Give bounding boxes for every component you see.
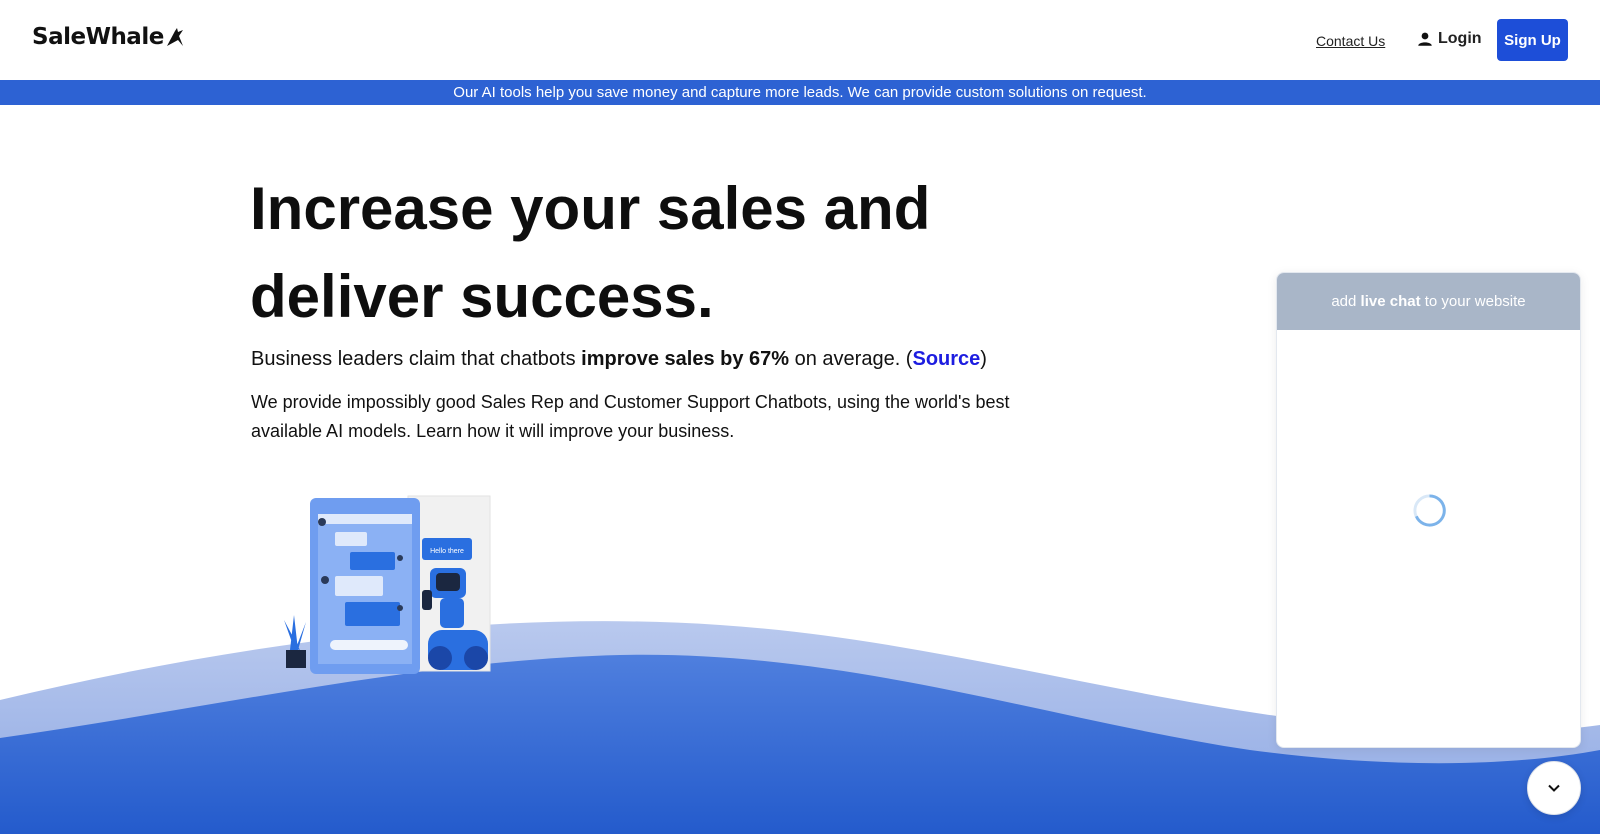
claim-suffix: on average. ( (789, 348, 913, 370)
hero-title-line-2: deliver success. (250, 263, 714, 330)
claim-close: ) (980, 348, 987, 370)
claim-prefix: Business leaders claim that chatbots (251, 348, 582, 370)
whale-tail-icon (166, 28, 183, 46)
sign-up-button[interactable]: Sign Up (1497, 19, 1568, 61)
sales-claim: Business leaders claim that chatbots imp… (251, 348, 987, 371)
loading-spinner-icon (1413, 494, 1446, 527)
chevron-down-icon (1548, 784, 1560, 792)
login-link[interactable]: Login (1416, 30, 1482, 48)
brand-logo[interactable]: SaleWhale (32, 24, 184, 50)
chatbot-illustration: Hello there (284, 495, 491, 674)
hello-bubble-text: Hello there (430, 548, 464, 555)
live-chat-widget[interactable]: add live chat to your website (1276, 272, 1581, 748)
hero-title-line-1: Increase your sales and (250, 175, 931, 242)
hero-title: Increase your sales and deliver success. (250, 165, 950, 341)
source-link[interactable]: Source (912, 348, 980, 370)
chat-header-bold: live chat (1360, 293, 1421, 310)
chat-header-prefix: add (1331, 293, 1361, 310)
claim-highlight: improve sales by 67% (581, 348, 790, 370)
user-icon (1418, 32, 1432, 46)
login-label: Login (1438, 30, 1482, 47)
chat-toggle-button[interactable] (1527, 761, 1581, 815)
promo-banner: Our AI tools help you save money and cap… (0, 80, 1600, 105)
contact-us-link[interactable]: Contact Us (1316, 33, 1385, 49)
chat-header-suffix: to your website (1420, 293, 1526, 310)
hero-description: We provide impossibly good Sales Rep and… (251, 392, 1010, 441)
brand-name: SaleWhale (32, 24, 164, 50)
chat-widget-header: add live chat to your website (1277, 273, 1580, 330)
site-header: SaleWhale Contact Us Login Sign Up (0, 0, 1600, 80)
